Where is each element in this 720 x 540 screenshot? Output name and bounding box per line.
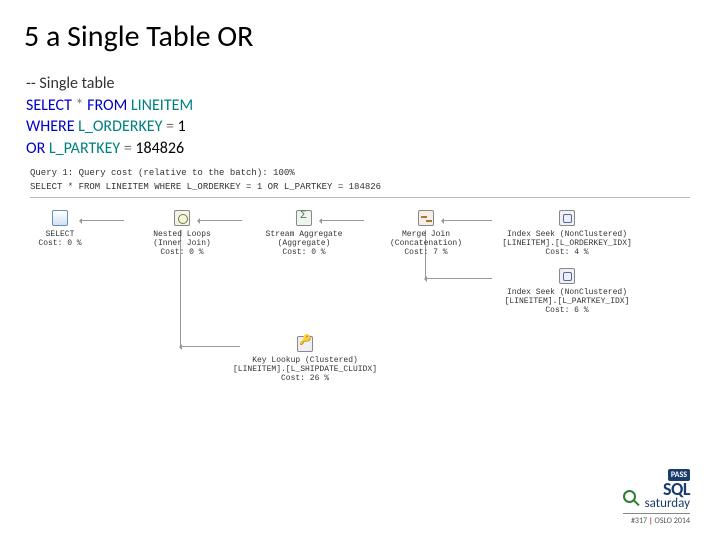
magnifier-icon — [623, 490, 643, 510]
plan-arrow — [425, 278, 492, 279]
event-location: OSLO 2014 — [655, 516, 690, 526]
plan-label: Index Seek (NonClustered) [LINEITEM].[L_… — [505, 288, 630, 316]
plan-header-query: SELECT * FROM LINEITEM WHERE L_ORDERKEY … — [30, 182, 690, 193]
sql-val1: 1 — [174, 117, 186, 136]
sql-val2: 184826 — [132, 139, 184, 158]
plan-node-select: SELECT Cost: 0 % — [0, 208, 120, 248]
sql-kw-select: SELECT — [26, 96, 72, 115]
index-seek-icon — [559, 210, 575, 226]
sql-eq1: = — [166, 117, 174, 136]
plan-node-key-lookup: Key Lookup (Clustered) [LINEITEM].[L_SHI… — [220, 334, 390, 384]
plan-node-index-seek-2: Index Seek (NonClustered) [LINEITEM].[L_… — [492, 266, 642, 316]
plan-label: SELECT Cost: 0 % — [38, 230, 81, 248]
nested-loops-icon — [174, 210, 190, 226]
index-seek-icon — [559, 268, 575, 284]
sql-kw-or: OR — [26, 139, 45, 158]
plan-node-nested-loops: Nested Loops (Inner Join) Cost: 0 % — [122, 208, 242, 258]
sql-eq2: = — [124, 139, 132, 158]
merge-join-icon — [418, 210, 434, 226]
plan-label: Nested Loops (Inner Join) Cost: 0 % — [153, 230, 211, 258]
plan-node-stream-aggregate: Stream Aggregate (Aggregate) Cost: 0 % — [244, 208, 364, 258]
key-lookup-icon — [297, 336, 313, 352]
plan-label: Key Lookup (Clustered) [LINEITEM].[L_SHI… — [233, 356, 377, 384]
event-number: #317 — [631, 516, 647, 526]
sql-comment: -- Single table — [26, 74, 115, 93]
sql-table: LINEITEM — [127, 96, 193, 115]
plan-node-index-seek-1: Index Seek (NonClustered) [LINEITEM].[L_… — [492, 208, 642, 258]
plan-node-merge-join: Merge Join (Concatenation) Cost: 7 % — [366, 208, 486, 258]
slide-title: 5 a Single Table OR — [24, 18, 690, 55]
plan-header-cost: Query 1: Query cost (relative to the bat… — [30, 168, 690, 179]
footer-logo: PASS SQL saturday #317 | OSLO 2014 — [623, 463, 690, 526]
logo-saturday-text: saturday — [645, 498, 690, 510]
aggregate-icon — [296, 210, 312, 226]
select-icon — [52, 210, 68, 226]
plan-label: Stream Aggregate (Aggregate) Cost: 0 % — [266, 230, 343, 258]
sql-col2: L_PARTKEY — [45, 139, 124, 158]
sql-col1: L_ORDERKEY — [75, 117, 166, 136]
execution-plan: Query 1: Query cost (relative to the bat… — [30, 168, 690, 406]
plan-divider — [30, 197, 690, 198]
sql-star: * — [72, 96, 87, 115]
sql-kw-from: FROM — [87, 96, 127, 115]
sql-kw-where: WHERE — [26, 117, 75, 136]
logo-subtitle: #317 | OSLO 2014 — [623, 513, 690, 526]
sql-block: -- Single table SELECT * FROM LINEITEM W… — [26, 73, 690, 159]
plan-diagram: SELECT Cost: 0 % Nested Loops (Inner Joi… — [30, 206, 690, 406]
plan-label: Index Seek (NonClustered) [LINEITEM].[L_… — [502, 230, 632, 258]
plan-label: Merge Join (Concatenation) Cost: 7 % — [390, 230, 462, 258]
